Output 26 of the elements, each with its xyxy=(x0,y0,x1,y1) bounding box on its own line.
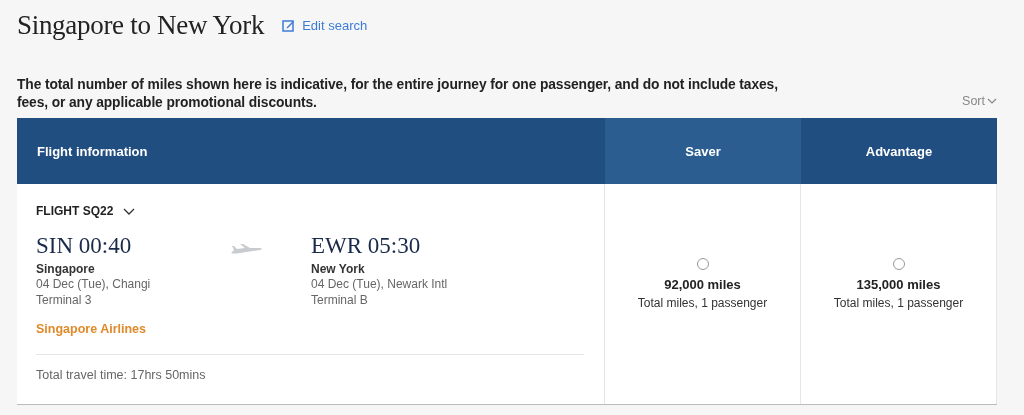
airplane-icon xyxy=(230,244,264,256)
departure-terminal: Terminal 3 xyxy=(36,292,93,308)
chevron-icon[interactable] xyxy=(123,207,136,215)
arrival-city: New York xyxy=(311,262,366,276)
airline-name: Singapore Airlines xyxy=(36,322,584,355)
column-header: Saver xyxy=(605,118,801,184)
edit-search-link[interactable]: Edit search xyxy=(282,17,368,33)
page-title: Singapore to New York xyxy=(17,9,265,41)
arrival-date: 04 Dec (Tue), Newark Intl xyxy=(311,276,449,292)
edit-icon xyxy=(282,18,296,32)
miles-amount: 135,000 miles xyxy=(856,277,941,292)
column-header: Flight information xyxy=(17,118,605,184)
disclaimer-text: The total number of miles shown here is indicative, for the entire journey for one passenger, and do not include taxes, fees, or any applicable promotional discounts. xyxy=(17,76,779,112)
departure-time: SIN 00:40 xyxy=(36,232,133,260)
arrival-time: EWR 05:30 xyxy=(311,232,422,260)
departure-city: Singapore xyxy=(36,262,96,276)
miles-amount: 92,000 miles xyxy=(664,277,741,292)
miles-note: Total miles, 1 passenger xyxy=(637,296,768,310)
sort-button[interactable]: Sort xyxy=(962,94,997,112)
arrival-terminal: Terminal B xyxy=(311,292,369,308)
chevron-icon xyxy=(987,98,997,104)
flight-number: FLIGHT SQ22 xyxy=(36,204,114,218)
column-header: Advantage xyxy=(801,118,997,184)
travel-time: Total travel time: 17hrs 50mins xyxy=(36,368,207,382)
departure-date: 04 Dec (Tue), Changi xyxy=(36,276,152,292)
miles-note: Total miles, 1 passenger xyxy=(833,296,964,310)
